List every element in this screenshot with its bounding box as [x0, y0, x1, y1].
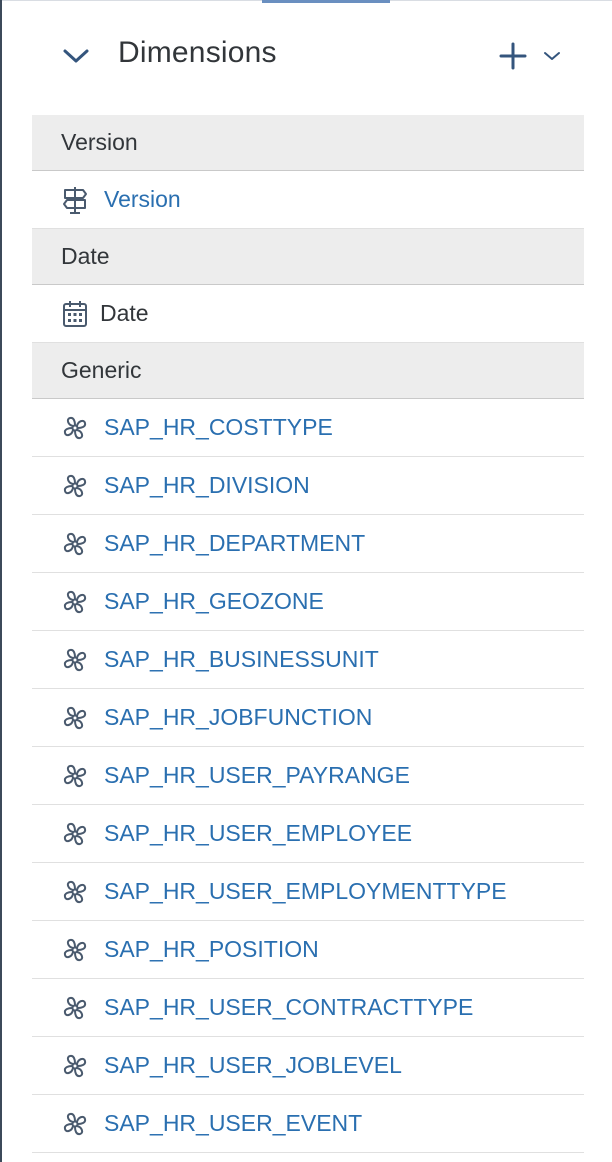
dimension-label: SAP_HR_BUSINESSUNIT	[104, 646, 379, 672]
dimension-label: SAP_HR_JOBFUNCTION	[104, 704, 373, 730]
dimension-label: SAP_HR_COSTTYPE	[104, 414, 333, 440]
add-menu-dropdown-button[interactable]	[536, 40, 568, 72]
dimension-label: Version	[104, 186, 181, 212]
collapse-button[interactable]	[56, 38, 96, 74]
group-header-generic: Generic	[32, 343, 584, 399]
dimension-item[interactable]: SAP_HR_POSITION	[32, 921, 584, 979]
dimension-label: SAP_HR_USER_EMPLOYMENTTYPE	[104, 878, 507, 904]
dimension-icon	[60, 993, 90, 1023]
dimension-label: SAP_HR_USER_PAYRANGE	[104, 762, 410, 788]
dimension-item[interactable]: Date	[32, 285, 584, 343]
group-header-date: Date	[32, 229, 584, 285]
dimension-item[interactable]: SAP_HR_USER_CONTRACTTYPE	[32, 979, 584, 1037]
dimension-label: SAP_HR_GEOZONE	[104, 588, 324, 614]
chevron-down-icon	[544, 52, 560, 60]
dimension-icon	[60, 819, 90, 849]
dimension-item[interactable]: SAP_HR_DIVISION	[32, 457, 584, 515]
section-title: Dimensions	[118, 36, 277, 69]
dimension-icon	[60, 1109, 90, 1139]
dimension-item[interactable]: SAP_HR_DEPARTMENT	[32, 515, 584, 573]
dimension-label: Date	[100, 300, 149, 326]
add-dimension-button[interactable]	[494, 38, 532, 74]
dimensions-header: Dimensions	[2, 20, 612, 90]
dimension-icon	[60, 587, 90, 617]
dimension-icon	[60, 471, 90, 501]
dimension-item[interactable]: SAP_HR_USER_EVENT	[32, 1095, 584, 1153]
dimension-item[interactable]: SAP_HR_BUSINESSUNIT	[32, 631, 584, 689]
dimension-item[interactable]: SAP_HR_USER_JOBLEVEL	[32, 1037, 584, 1095]
active-tab-indicator	[262, 0, 390, 3]
dimension-icon	[60, 1051, 90, 1081]
signpost-icon	[60, 185, 90, 215]
dimension-label: SAP_HR_USER_CONTRACTTYPE	[104, 994, 474, 1020]
dimension-label: SAP_HR_USER_JOBLEVEL	[104, 1052, 402, 1078]
dimension-list: Version Version Date Date Generic SAP_HR_COST…	[32, 115, 584, 1153]
dimension-item[interactable]: SAP_HR_USER_EMPLOYEE	[32, 805, 584, 863]
calendar-icon	[60, 299, 90, 329]
dimension-label: SAP_HR_DEPARTMENT	[104, 530, 366, 556]
dimensions-panel: Dimensions Version Version Date Date Generic…	[0, 0, 612, 1162]
dimension-item[interactable]: SAP_HR_GEOZONE	[32, 573, 584, 631]
dimension-icon	[60, 645, 90, 675]
dimension-label: SAP_HR_POSITION	[104, 936, 319, 962]
dimension-item[interactable]: SAP_HR_USER_PAYRANGE	[32, 747, 584, 805]
dimension-icon	[60, 761, 90, 791]
dimension-item[interactable]: SAP_HR_JOBFUNCTION	[32, 689, 584, 747]
dimension-icon	[60, 703, 90, 733]
plus-icon	[499, 42, 527, 70]
dimension-item[interactable]: SAP_HR_COSTTYPE	[32, 399, 584, 457]
group-header-version: Version	[32, 115, 584, 171]
dimension-icon	[60, 529, 90, 559]
dimension-item[interactable]: SAP_HR_USER_EMPLOYMENTTYPE	[32, 863, 584, 921]
dimension-label: SAP_HR_USER_EMPLOYEE	[104, 820, 413, 846]
dimension-icon	[60, 935, 90, 965]
chevron-down-icon	[63, 49, 89, 63]
dimension-icon	[60, 413, 90, 443]
dimension-label: SAP_HR_DIVISION	[104, 472, 310, 498]
dimension-label: SAP_HR_USER_EVENT	[104, 1110, 363, 1136]
dimension-item[interactable]: Version	[32, 171, 584, 229]
dimension-icon	[60, 877, 90, 907]
